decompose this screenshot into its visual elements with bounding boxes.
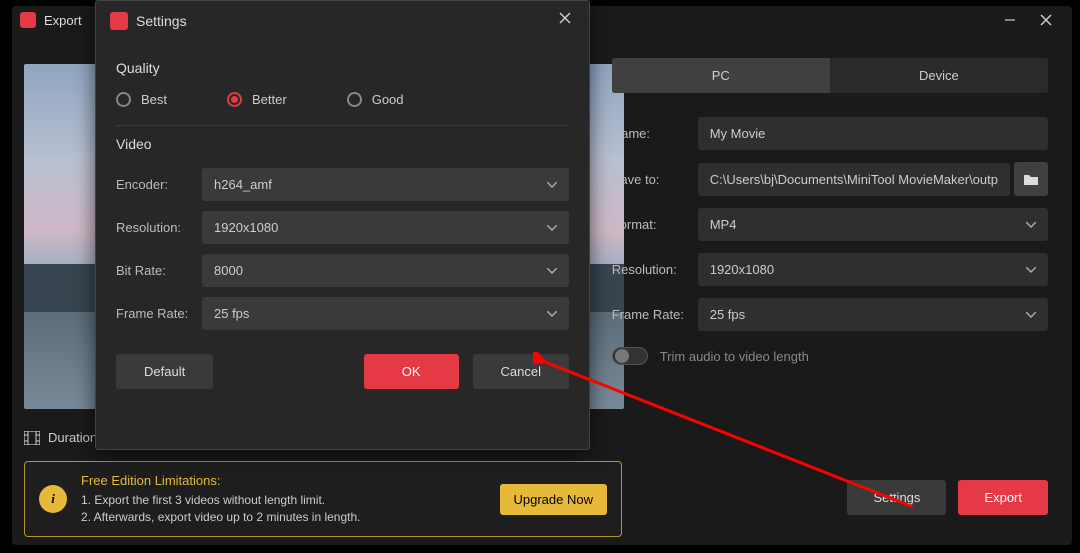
resolution-select[interactable]: 1920x1080 <box>698 253 1048 286</box>
folder-icon <box>1023 172 1039 186</box>
saveto-input[interactable]: C:\Users\bj\Documents\MiniTool MovieMake… <box>698 163 1010 196</box>
video-heading: Video <box>116 136 569 152</box>
framerate-select[interactable]: 25 fps <box>698 298 1048 331</box>
dialog-titlebar: Settings <box>96 1 589 40</box>
format-select[interactable]: MP4 <box>698 208 1048 241</box>
bitrate-label: Bit Rate: <box>116 263 202 278</box>
dlg-framerate-label: Frame Rate: <box>116 306 202 321</box>
trim-label: Trim audio to video length <box>660 349 809 364</box>
minimize-button[interactable] <box>992 8 1028 32</box>
saveto-label: Save to: <box>612 172 698 187</box>
settings-button[interactable]: Settings <box>847 480 946 515</box>
radio-good[interactable]: Good <box>347 92 404 107</box>
name-input[interactable]: My Movie <box>698 117 1048 150</box>
bitrate-row: Bit Rate: 8000 <box>116 254 569 287</box>
cancel-button[interactable]: Cancel <box>473 354 569 389</box>
limit-heading: Free Edition Limitations: <box>81 473 361 488</box>
right-pane: PC Device Name: My Movie Save to: C:\Use… <box>596 34 1072 545</box>
upgrade-button[interactable]: Upgrade Now <box>500 484 608 515</box>
radio-better[interactable]: Better <box>227 92 287 107</box>
radio-best[interactable]: Best <box>116 92 167 107</box>
browse-button[interactable] <box>1014 162 1048 196</box>
film-icon <box>24 431 40 445</box>
encoder-select[interactable]: h264_amf <box>202 168 569 201</box>
name-label: Name: <box>612 126 698 141</box>
app-icon <box>110 12 128 30</box>
trim-toggle-row: Trim audio to video length <box>612 347 1048 365</box>
dlg-framerate-row: Frame Rate: 25 fps <box>116 297 569 330</box>
right-buttons: Settings Export <box>847 480 1048 515</box>
app-icon <box>20 12 36 28</box>
info-icon: i <box>39 485 67 513</box>
limit-line1: 1. Export the first 3 videos without len… <box>81 492 361 509</box>
duration-label: Duration <box>48 430 97 445</box>
limit-text: Free Edition Limitations: 1. Export the … <box>81 473 361 526</box>
chevron-down-icon <box>547 311 557 317</box>
format-label: Format: <box>612 217 698 232</box>
chevron-down-icon <box>1026 312 1036 318</box>
dialog-title: Settings <box>136 13 555 29</box>
dlg-resolution-select[interactable]: 1920x1080 <box>202 211 569 244</box>
framerate-label: Frame Rate: <box>612 307 698 322</box>
settings-dialog: Settings Quality Best Better Good Video … <box>95 0 590 450</box>
close-button[interactable] <box>1028 8 1064 32</box>
quality-heading: Quality <box>116 60 569 76</box>
chevron-down-icon <box>1026 222 1036 228</box>
dlg-resolution-row: Resolution: 1920x1080 <box>116 211 569 244</box>
dialog-close-button[interactable] <box>555 11 575 30</box>
resolution-row: Resolution: 1920x1080 <box>612 253 1048 286</box>
encoder-label: Encoder: <box>116 177 202 192</box>
encoder-row: Encoder: h264_amf <box>116 168 569 201</box>
resolution-label: Resolution: <box>612 262 698 277</box>
limitations-banner: i Free Edition Limitations: 1. Export th… <box>24 461 622 537</box>
dlg-resolution-label: Resolution: <box>116 220 202 235</box>
bitrate-select[interactable]: 8000 <box>202 254 569 287</box>
name-row: Name: My Movie <box>612 117 1048 150</box>
chevron-down-icon <box>1026 267 1036 273</box>
dialog-buttons: Default OK Cancel <box>116 354 569 389</box>
dlg-framerate-select[interactable]: 25 fps <box>202 297 569 330</box>
limit-line2: 2. Afterwards, export video up to 2 minu… <box>81 509 361 526</box>
divider <box>116 125 569 126</box>
format-row: Format: MP4 <box>612 208 1048 241</box>
export-button[interactable]: Export <box>958 480 1048 515</box>
tab-device[interactable]: Device <box>830 58 1048 93</box>
trim-toggle[interactable] <box>612 347 648 365</box>
chevron-down-icon <box>547 182 557 188</box>
framerate-row: Frame Rate: 25 fps <box>612 298 1048 331</box>
ok-button[interactable]: OK <box>364 354 459 389</box>
saveto-row: Save to: C:\Users\bj\Documents\MiniTool … <box>612 162 1048 196</box>
duration-row: Duration <box>24 430 97 445</box>
export-tabs: PC Device <box>612 58 1048 93</box>
chevron-down-icon <box>547 268 557 274</box>
tab-pc[interactable]: PC <box>612 58 830 93</box>
dialog-body: Quality Best Better Good Video Encoder: … <box>96 40 589 403</box>
quality-radios: Best Better Good <box>116 92 569 107</box>
close-icon <box>558 11 572 25</box>
chevron-down-icon <box>547 225 557 231</box>
default-button[interactable]: Default <box>116 354 213 389</box>
